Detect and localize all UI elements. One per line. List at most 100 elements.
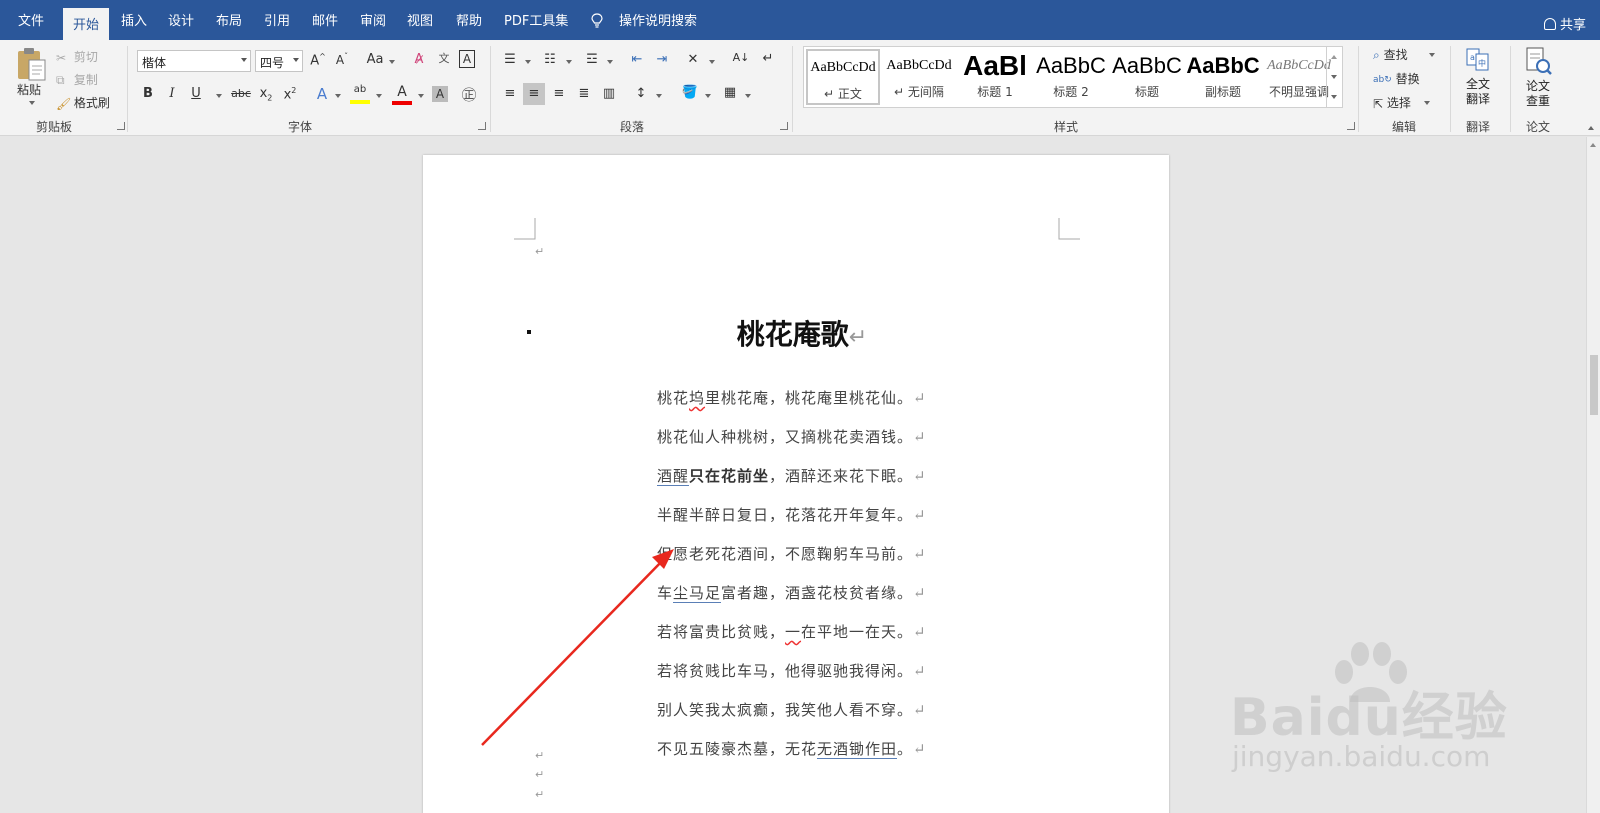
document-title[interactable]: 桃花庵歌↵ bbox=[423, 313, 1169, 353]
distributed-icon[interactable]: ▥ bbox=[599, 86, 619, 101]
tab-mailings[interactable]: 邮件 bbox=[312, 10, 338, 29]
character-shading-button[interactable]: A bbox=[432, 86, 448, 102]
style-subtle-emphasis[interactable]: AaBbCcDd 不明显强调 bbox=[1262, 49, 1336, 105]
paragraph-dialog-launcher[interactable] bbox=[780, 122, 788, 130]
change-case-button[interactable]: Aa bbox=[364, 52, 386, 67]
shading-icon[interactable]: 🪣 bbox=[680, 85, 700, 100]
increase-indent-icon[interactable]: ⇥ bbox=[652, 52, 672, 67]
select-caret[interactable] bbox=[1424, 101, 1430, 105]
italic-button[interactable]: I bbox=[162, 86, 182, 101]
style-heading-1[interactable]: AaBl 标题 1 bbox=[958, 49, 1032, 105]
numbering-caret[interactable] bbox=[566, 60, 572, 64]
font-dialog-launcher[interactable] bbox=[478, 122, 486, 130]
borders-icon[interactable]: ▦ bbox=[720, 85, 740, 100]
tab-references[interactable]: 引用 bbox=[264, 10, 290, 29]
highlight-button[interactable]: ab bbox=[350, 84, 370, 104]
tab-review[interactable]: 审阅 bbox=[360, 10, 386, 29]
text-effects-caret[interactable] bbox=[335, 94, 341, 98]
select-button[interactable]: ⇱ 选择 bbox=[1373, 94, 1411, 111]
font-size-combo[interactable]: 四号 bbox=[255, 50, 303, 72]
poem-line[interactable]: 桃花坞里桃花庵，桃花庵里桃花仙。↵ bbox=[657, 387, 927, 408]
cut-button[interactable]: ✂ 剪切 bbox=[56, 48, 98, 65]
phonetic-guide-icon[interactable]: 文 bbox=[434, 50, 454, 66]
chevron-up-icon[interactable] bbox=[1331, 55, 1337, 59]
sort-icon[interactable]: A↓ bbox=[731, 51, 751, 64]
shading-caret[interactable] bbox=[705, 94, 711, 98]
shrink-font-icon[interactable]: Aˇ bbox=[332, 52, 352, 67]
tab-pdf-tools[interactable]: PDF工具集 bbox=[504, 10, 568, 29]
grow-font-icon[interactable]: A^ bbox=[308, 52, 328, 68]
clipboard-dialog-launcher[interactable] bbox=[117, 122, 125, 130]
tab-design[interactable]: 设计 bbox=[168, 10, 194, 29]
line-spacing-caret[interactable] bbox=[656, 94, 662, 98]
align-center-icon[interactable]: ≡ bbox=[523, 83, 545, 105]
superscript-button[interactable]: x2 bbox=[280, 86, 300, 102]
share-button[interactable]: 共享 bbox=[1543, 14, 1586, 33]
poem-line[interactable]: 若将富贵比贫贱，一在平地一在天。↵ bbox=[657, 621, 927, 642]
styles-gallery-scroll[interactable] bbox=[1326, 47, 1342, 107]
style-normal[interactable]: AaBbCcDd ↵ 正文 bbox=[806, 49, 880, 105]
font-name-combo[interactable]: 楷体 bbox=[137, 50, 251, 72]
multilevel-list-caret[interactable] bbox=[607, 60, 613, 64]
multilevel-list-icon[interactable]: ☲ bbox=[582, 52, 602, 67]
paste-dropdown-caret[interactable] bbox=[29, 101, 35, 105]
poem-line[interactable]: 不见五陵豪杰墓，无花无酒锄作田。↵ bbox=[657, 738, 927, 759]
find-button[interactable]: ⌕ 查找 bbox=[1373, 46, 1408, 63]
text-effects-icon[interactable]: A bbox=[312, 85, 332, 103]
poem-line[interactable]: 半醒半醉日复日，花落花开年复年。↵ bbox=[657, 504, 927, 525]
chevron-down-icon[interactable] bbox=[1331, 75, 1337, 79]
enclose-characters-icon[interactable]: ㊣ bbox=[459, 84, 479, 105]
subscript-button[interactable]: x2 bbox=[256, 86, 276, 103]
numbering-icon[interactable]: ☷ bbox=[540, 52, 560, 67]
tab-file[interactable]: 文件 bbox=[18, 10, 44, 29]
format-painter-button[interactable]: 🖌 格式刷 bbox=[56, 94, 110, 111]
align-left-icon[interactable]: ≡ bbox=[500, 86, 520, 101]
scroll-up-arrow[interactable] bbox=[1590, 143, 1596, 147]
more-styles-icon[interactable] bbox=[1331, 95, 1337, 99]
style-no-spacing[interactable]: AaBbCcDd ↵ 无间隔 bbox=[882, 49, 956, 105]
find-caret[interactable] bbox=[1429, 53, 1435, 57]
show-formatting-marks-icon[interactable]: ↵ bbox=[758, 51, 778, 66]
style-title[interactable]: AaBbC 标题 bbox=[1110, 49, 1184, 105]
underline-button[interactable]: U bbox=[186, 86, 206, 101]
change-case-caret[interactable] bbox=[389, 60, 395, 64]
poem-line[interactable]: 别人笑我太疯癫，我笑他人看不穿。↵ bbox=[657, 699, 927, 720]
chinese-layout-icon[interactable]: ✕ bbox=[683, 52, 703, 67]
poem-line[interactable]: 车尘马足富者趣，酒盏花枝贫者缘。↵ bbox=[657, 582, 927, 603]
highlight-caret[interactable] bbox=[376, 94, 382, 98]
bold-button[interactable]: B bbox=[138, 86, 158, 101]
borders-caret[interactable] bbox=[745, 94, 751, 98]
justify-icon[interactable]: ≣ bbox=[574, 86, 594, 101]
tab-help[interactable]: 帮助 bbox=[456, 10, 482, 29]
poem-line[interactable]: 但愿老死花酒间，不愿鞠躬车马前。↵ bbox=[657, 543, 927, 564]
tab-home[interactable]: 开始 bbox=[63, 8, 110, 40]
font-color-button[interactable]: A bbox=[392, 84, 412, 105]
styles-dialog-launcher[interactable] bbox=[1347, 122, 1355, 130]
scrollbar-thumb[interactable] bbox=[1590, 355, 1598, 415]
tab-view[interactable]: 视图 bbox=[407, 10, 433, 29]
underline-caret[interactable] bbox=[216, 94, 222, 98]
bullets-icon[interactable]: ☰ bbox=[500, 52, 520, 67]
tab-insert[interactable]: 插入 bbox=[121, 10, 147, 29]
tell-me-search[interactable]: 操作说明搜索 bbox=[619, 10, 697, 29]
poem-line[interactable]: 若将贫贱比车马，他得驱驰我得闲。↵ bbox=[657, 660, 927, 681]
tab-layout[interactable]: 布局 bbox=[216, 10, 242, 29]
style-subtitle[interactable]: AaBbC 副标题 bbox=[1186, 49, 1260, 105]
replace-button[interactable]: ab↻ 替换 bbox=[1373, 70, 1420, 87]
chinese-layout-caret[interactable] bbox=[709, 60, 715, 64]
character-border-icon[interactable]: A bbox=[459, 50, 475, 68]
decrease-indent-icon[interactable]: ⇤ bbox=[627, 52, 647, 67]
poem-line[interactable]: 酒醒只在花前坐，酒醉还来花下眠。↵ bbox=[657, 465, 927, 486]
paper-check-button[interactable]: 论文 查重 bbox=[1518, 46, 1558, 109]
full-text-translate-button[interactable]: a 中 全文 翻译 bbox=[1458, 46, 1498, 107]
align-right-icon[interactable]: ≡ bbox=[549, 86, 569, 101]
bullets-caret[interactable] bbox=[525, 60, 531, 64]
vertical-scrollbar[interactable] bbox=[1586, 137, 1600, 813]
style-heading-2[interactable]: AaBbC 标题 2 bbox=[1034, 49, 1108, 105]
font-color-caret[interactable] bbox=[418, 94, 424, 98]
copy-button[interactable]: ⧉ 复制 bbox=[56, 71, 98, 88]
collapse-ribbon-icon[interactable] bbox=[1588, 126, 1594, 130]
paste-icon[interactable] bbox=[15, 46, 47, 82]
strikethrough-button[interactable]: abc bbox=[228, 87, 254, 100]
poem-line[interactable]: 桃花仙人种桃树，又摘桃花卖酒钱。↵ bbox=[657, 426, 927, 447]
